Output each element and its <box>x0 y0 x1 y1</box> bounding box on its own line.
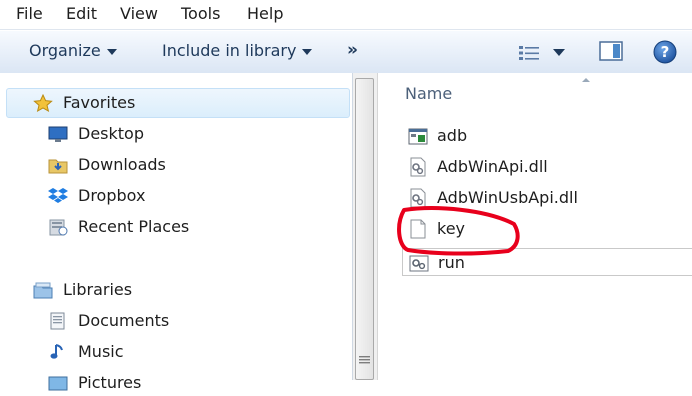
change-view-icon[interactable] <box>518 45 540 61</box>
nav-item-dropbox[interactable]: Dropbox <box>48 183 338 209</box>
documents-icon <box>50 312 65 330</box>
menu-bar: File Edit View Tools Help <box>0 0 692 30</box>
menu-file[interactable]: File <box>14 4 45 24</box>
nav-favorites-label: Favorites <box>63 93 136 112</box>
svg-text:?: ? <box>661 43 670 61</box>
nav-scrollbar-thumb[interactable] <box>355 78 374 380</box>
file-item-key[interactable]: key <box>402 215 692 242</box>
include-in-library-button[interactable]: Include in library <box>162 41 313 61</box>
batch-file-icon <box>409 255 429 272</box>
menu-tools[interactable]: Tools <box>179 4 222 24</box>
view-options-chevron-icon[interactable] <box>553 49 565 56</box>
star-icon <box>33 94 53 112</box>
help-icon[interactable]: ? <box>653 40 677 64</box>
nav-item-music[interactable]: Music <box>48 339 338 365</box>
nav-favorites[interactable]: Favorites <box>33 90 333 116</box>
preview-pane-icon[interactable] <box>599 41 623 61</box>
menu-edit[interactable]: Edit <box>64 4 99 24</box>
nav-item-downloads[interactable]: Downloads <box>48 152 338 178</box>
nav-item-pictures[interactable]: Pictures <box>48 370 338 396</box>
pictures-icon <box>48 376 68 391</box>
command-bar: Organize Include in library » ? <box>0 30 692 74</box>
file-item-adbwinusbapi-dll[interactable]: AdbWinUsbApi.dll <box>402 184 692 211</box>
nav-item-recent-places[interactable]: Recent Places <box>48 214 338 240</box>
file-item-adb[interactable]: adb <box>402 122 692 149</box>
nav-libraries[interactable]: Libraries <box>33 277 333 303</box>
column-header-name[interactable]: Name <box>405 84 452 103</box>
dll-gear-icon <box>410 157 426 177</box>
blank-file-icon <box>410 219 426 239</box>
dll-gear-icon <box>410 188 426 208</box>
file-item-adbwinapi-dll[interactable]: AdbWinApi.dll <box>402 153 692 180</box>
organize-button[interactable]: Organize <box>29 41 117 61</box>
desktop-icon <box>48 126 68 142</box>
more-commands-button[interactable]: » <box>347 40 358 60</box>
recent-places-icon <box>49 219 68 236</box>
chevron-down-icon <box>302 48 313 55</box>
file-item-run[interactable]: run <box>402 248 692 276</box>
menu-help[interactable]: Help <box>245 4 285 24</box>
nav-item-desktop[interactable]: Desktop <box>48 121 338 147</box>
dropbox-icon <box>48 188 68 203</box>
scroll-grip-icon <box>359 356 370 364</box>
menu-view[interactable]: View <box>118 4 160 24</box>
downloads-folder-icon <box>48 159 68 174</box>
libraries-icon <box>33 282 53 299</box>
music-icon <box>50 344 63 359</box>
application-icon <box>408 128 428 145</box>
sort-ascending-icon <box>582 78 590 82</box>
nav-item-documents[interactable]: Documents <box>48 308 338 334</box>
chevron-down-icon <box>106 48 117 55</box>
